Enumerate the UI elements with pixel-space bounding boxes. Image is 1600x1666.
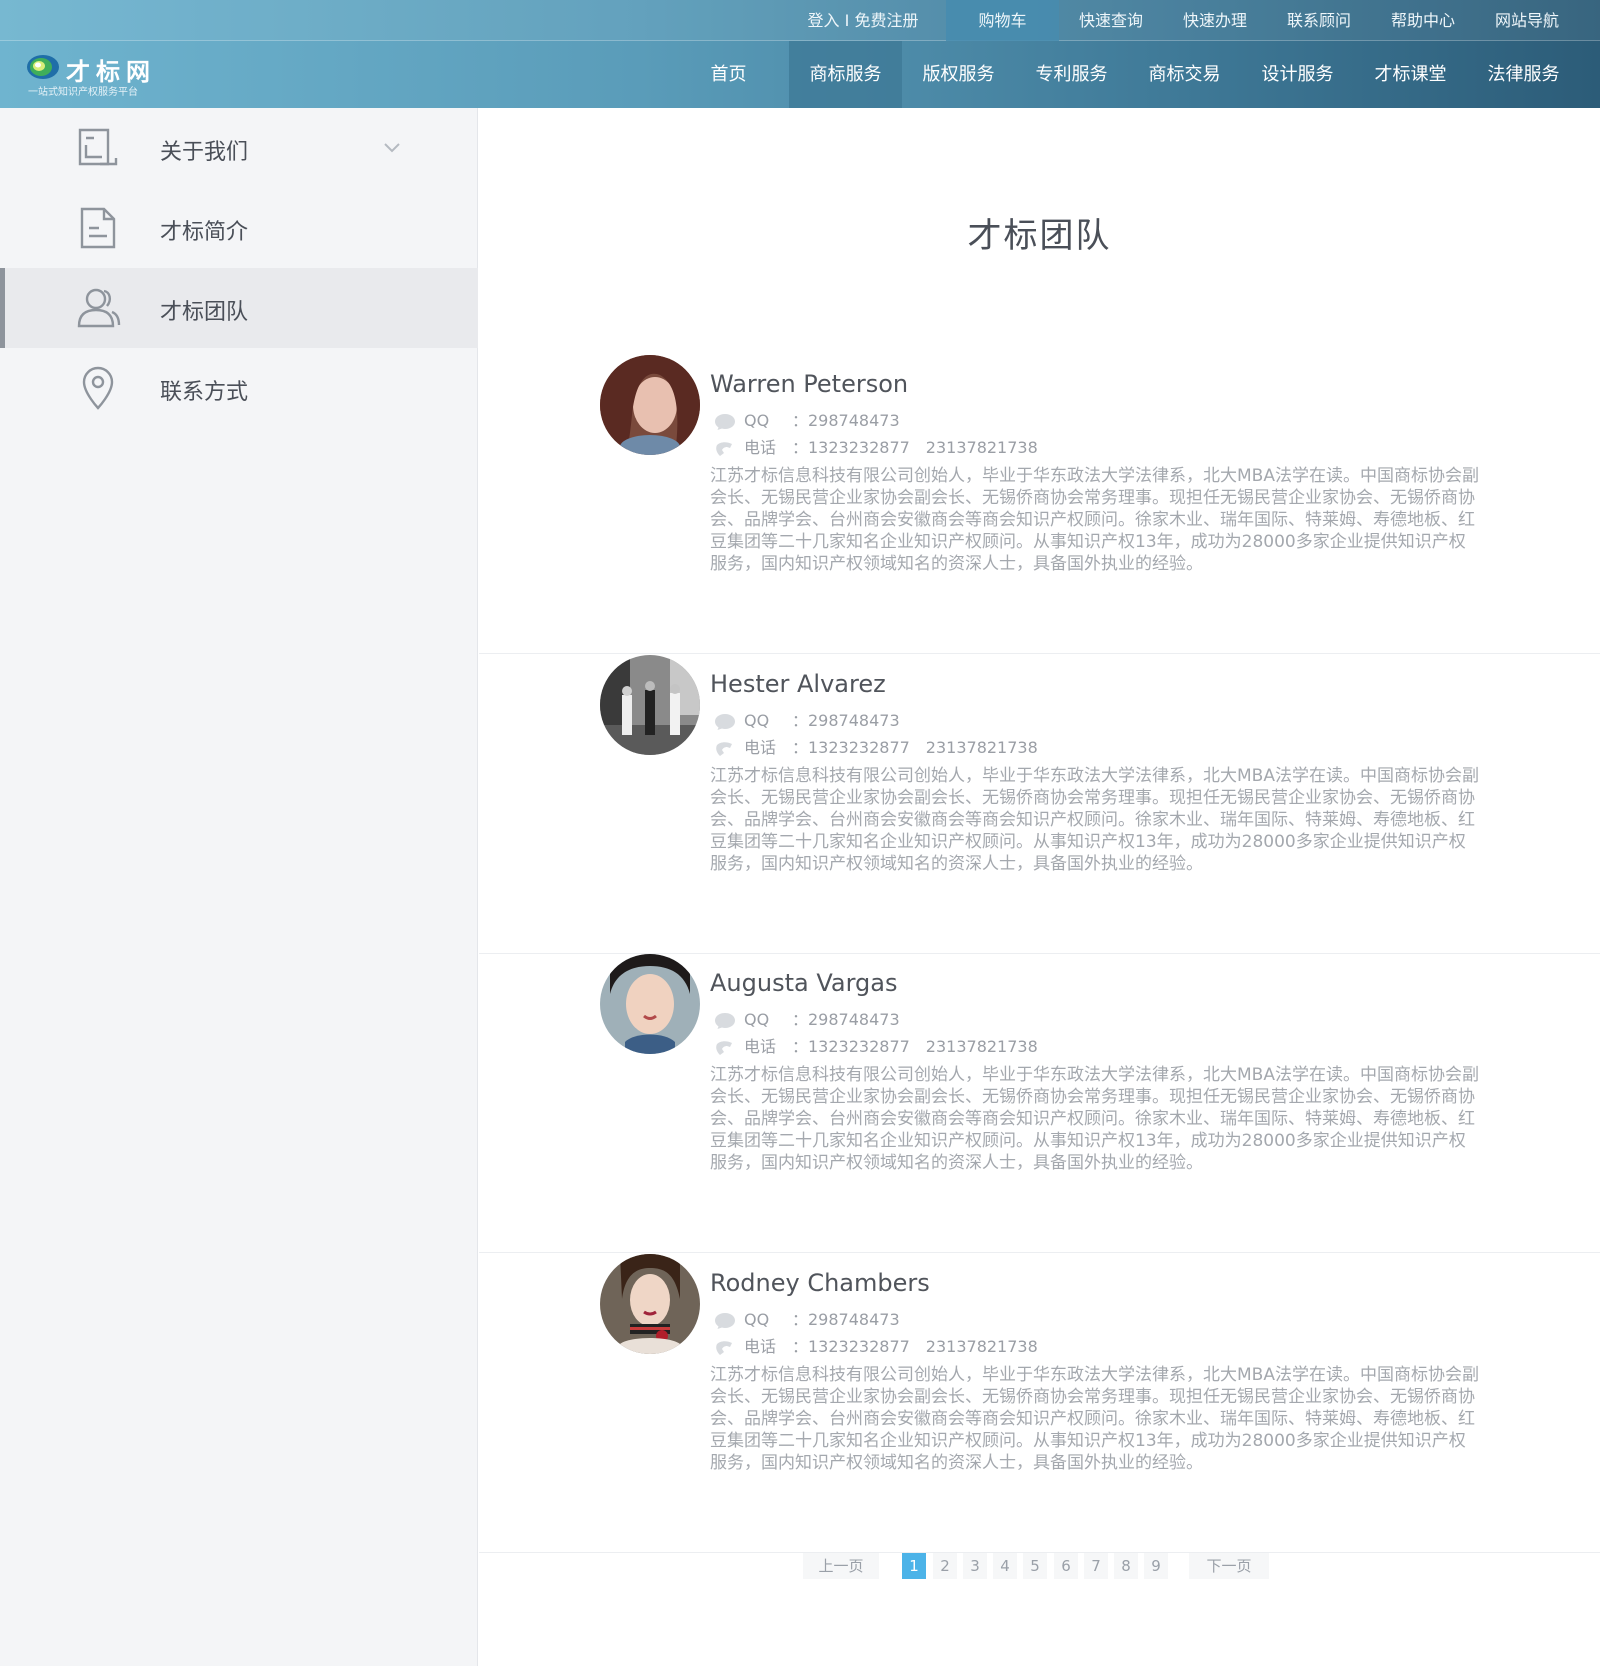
sidebar-item-label: 才标简介 (160, 220, 249, 245)
pagination: 上一页 1 2 3 4 5 6 7 8 9 下一页 (479, 1553, 1600, 1583)
site-header: 登入 I 免费注册 购物车 快速查询 快速办理 联系顾问 帮助中心 网站导航 才… (0, 0, 1600, 108)
login-register-link[interactable]: 登入 I 免费注册 (780, 0, 946, 41)
team-member-card: Augusta Vargas QQ ：298748473 电话 ：132323287… (479, 954, 1600, 1253)
phone-icon (716, 1040, 732, 1055)
phone-label: 电话 (744, 1037, 777, 1056)
chat-bubble-icon (715, 413, 735, 430)
phone-label: 电话 (744, 738, 777, 757)
top-bar: 登入 I 免费注册 购物车 快速查询 快速办理 联系顾问 帮助中心 网站导航 (0, 0, 1600, 41)
nav-patent-service[interactable]: 专利服务 (1015, 41, 1128, 108)
qq-value: ：298748473 (792, 1310, 900, 1329)
page-2-button[interactable]: 2 (933, 1553, 957, 1579)
phone-row: 电话 ：1323232877 23137821738 (714, 734, 1038, 757)
qq-label: QQ (744, 1010, 770, 1029)
main-content: 才标团队 Warren Peterson QQ ：298748473 电话 ：132… (479, 108, 1600, 1666)
logo[interactable]: 才标网 一站式知识产权服务平台 (26, 52, 196, 102)
help-center-link[interactable]: 帮助中心 (1371, 0, 1475, 41)
phone-icon (716, 441, 732, 456)
nav-trademark-service[interactable]: 商标服务 (789, 41, 902, 108)
sidebar-item-team[interactable]: 才标团队 (0, 268, 478, 348)
site-nav-link[interactable]: 网站导航 (1475, 0, 1579, 41)
contact-advisor-link[interactable]: 联系顾问 (1267, 0, 1371, 41)
sidebar-item-label: 关于我们 (160, 140, 249, 165)
chat-bubble-icon (715, 1312, 735, 1329)
team-member-card: Rodney Chambers QQ ：298748473 电话 ：13232328… (479, 1254, 1600, 1553)
quick-query-link[interactable]: 快速查询 (1059, 0, 1163, 41)
users-icon (77, 288, 121, 328)
team-member-card: Hester Alvarez QQ ：298748473 电话 ：132323287… (479, 655, 1600, 954)
sidebar-item-intro[interactable]: 才标简介 (0, 188, 478, 268)
nav-legal-service[interactable]: 法律服务 (1467, 41, 1580, 108)
nav-trademark-trade[interactable]: 商标交易 (1128, 41, 1241, 108)
member-description: 江苏才标信息科技有限公司创始人，毕业于华东政法大学法律系，北大MBA法学在读。中… (710, 1065, 1479, 1173)
phone-icon (716, 1340, 732, 1355)
page-6-button[interactable]: 6 (1054, 1553, 1078, 1579)
prev-page-button[interactable]: 上一页 (803, 1553, 879, 1579)
member-name: Rodney Chambers (710, 1269, 930, 1297)
page-7-button[interactable]: 7 (1084, 1553, 1108, 1579)
member-name: Hester Alvarez (710, 670, 886, 698)
chevron-down-icon[interactable] (381, 136, 403, 158)
qq-row: QQ ：298748473 (714, 407, 900, 430)
qq-value: ：298748473 (792, 1010, 900, 1029)
member-description: 江苏才标信息科技有限公司创始人，毕业于华东政法大学法律系，北大MBA法学在读。中… (710, 766, 1479, 874)
phone-value: ：1323232877 23137821738 (792, 438, 1038, 457)
page-1-button[interactable]: 1 (902, 1553, 926, 1579)
quick-handle-link[interactable]: 快速办理 (1163, 0, 1267, 41)
page-5-button[interactable]: 5 (1023, 1553, 1047, 1579)
qq-label: QQ (744, 411, 770, 430)
avatar (600, 1254, 700, 1354)
document-icon (78, 128, 118, 166)
team-member-card: Warren Peterson QQ ：298748473 电话 ：13232328… (479, 355, 1600, 654)
phone-row: 电话 ：1323232877 23137821738 (714, 434, 1038, 457)
sidebar-item-label: 联系方式 (160, 380, 249, 405)
avatar (600, 655, 700, 755)
qq-label: QQ (744, 1310, 770, 1329)
sidebar-item-label: 才标团队 (160, 300, 249, 325)
qq-row: QQ ：298748473 (714, 1006, 900, 1029)
qq-label: QQ (744, 711, 770, 730)
file-icon (80, 207, 116, 249)
qq-row: QQ ：298748473 (714, 707, 900, 730)
chat-bubble-icon (715, 1012, 735, 1029)
phone-row: 电话 ：1323232877 23137821738 (714, 1333, 1038, 1356)
next-page-button[interactable]: 下一页 (1189, 1553, 1269, 1579)
member-description: 江苏才标信息科技有限公司创始人，毕业于华东政法大学法律系，北大MBA法学在读。中… (710, 1365, 1479, 1473)
logo-subtitle: 一站式知识产权服务平台 (28, 87, 138, 98)
page-title: 才标团队 (967, 216, 1112, 256)
phone-value: ：1323232877 23137821738 (792, 1337, 1038, 1356)
qq-value: ：298748473 (792, 711, 900, 730)
qq-row: QQ ：298748473 (714, 1306, 900, 1329)
sidebar-item-contact[interactable]: 联系方式 (0, 348, 478, 428)
member-name: Augusta Vargas (710, 969, 898, 997)
phone-value: ：1323232877 23137821738 (792, 1037, 1038, 1056)
qq-value: ：298748473 (792, 411, 900, 430)
page-8-button[interactable]: 8 (1114, 1553, 1138, 1579)
location-pin-icon (82, 366, 114, 410)
page-3-button[interactable]: 3 (963, 1553, 987, 1579)
member-name: Warren Peterson (710, 370, 909, 398)
phone-value: ：1323232877 23137821738 (792, 738, 1038, 757)
chat-bubble-icon (715, 713, 735, 730)
logo-orb-icon (27, 55, 59, 79)
phone-label: 电话 (744, 438, 777, 457)
page-9-button[interactable]: 9 (1144, 1553, 1168, 1579)
nav-home[interactable]: 首页 (672, 41, 785, 108)
nav-copyright-service[interactable]: 版权服务 (902, 41, 1015, 108)
nav-classroom[interactable]: 才标课堂 (1354, 41, 1467, 108)
logo-title: 才标网 (66, 58, 156, 86)
cart-link[interactable]: 购物车 (946, 0, 1059, 41)
phone-icon (716, 741, 732, 756)
member-description: 江苏才标信息科技有限公司创始人，毕业于华东政法大学法律系，北大MBA法学在读。中… (710, 466, 1479, 574)
page-4-button[interactable]: 4 (993, 1553, 1017, 1579)
nav-design-service[interactable]: 设计服务 (1241, 41, 1354, 108)
avatar (600, 355, 700, 455)
sidebar-item-about-us[interactable]: 关于我们 (0, 108, 478, 188)
phone-label: 电话 (744, 1337, 777, 1356)
avatar (600, 954, 700, 1054)
phone-row: 电话 ：1323232877 23137821738 (714, 1033, 1038, 1056)
